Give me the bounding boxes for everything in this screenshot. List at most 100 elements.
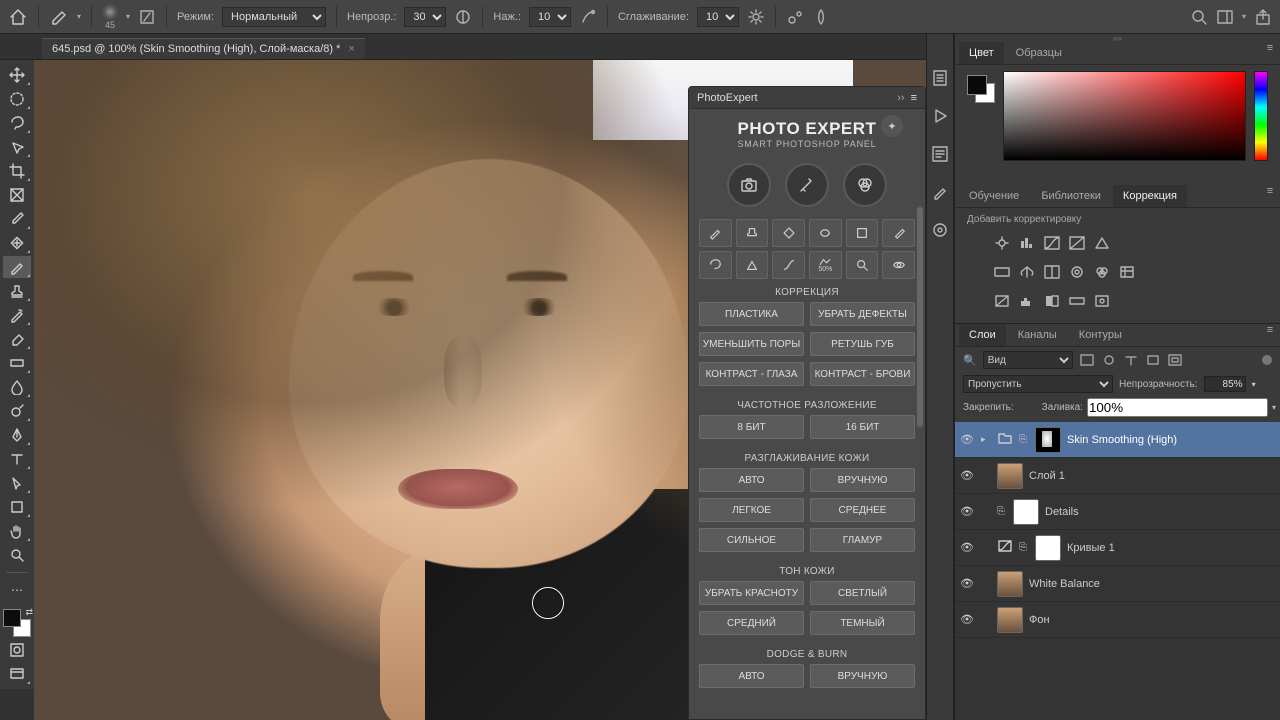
quick-select-tool[interactable] bbox=[3, 136, 31, 158]
adj-balance-icon[interactable] bbox=[1018, 264, 1036, 280]
panel-menu-icon[interactable]: ≡ bbox=[1260, 42, 1280, 64]
tab-adjust[interactable]: Коррекция bbox=[1113, 185, 1187, 207]
tool-curves[interactable] bbox=[772, 251, 805, 279]
layer-name[interactable]: Фон bbox=[1029, 614, 1050, 626]
layer-row[interactable]: 👁 Слой 1 bbox=[955, 458, 1280, 494]
blend-mode-select[interactable]: Пропустить bbox=[963, 375, 1113, 393]
filter-type-icon[interactable] bbox=[1123, 353, 1139, 367]
tool-brush[interactable] bbox=[699, 219, 732, 247]
edit-toolbar-icon[interactable]: ⋯ bbox=[3, 579, 31, 601]
pressure-opacity-icon[interactable] bbox=[454, 8, 472, 26]
btn-strong[interactable]: СИЛЬНОЕ bbox=[699, 528, 804, 552]
tab-layers[interactable]: Слои bbox=[959, 324, 1006, 346]
wand-button[interactable] bbox=[785, 163, 829, 207]
panel-menu-icon[interactable]: ≡ bbox=[1260, 185, 1280, 207]
layer-row[interactable]: 👁 ⎘ Details bbox=[955, 494, 1280, 530]
pen-tool[interactable] bbox=[3, 424, 31, 446]
tab-libraries[interactable]: Библиотеки bbox=[1031, 185, 1111, 207]
filter-toggle[interactable] bbox=[1262, 355, 1272, 365]
btn-16bit[interactable]: 16 БИТ bbox=[810, 415, 915, 439]
frame-tool[interactable] bbox=[3, 184, 31, 206]
layer-thumb[interactable] bbox=[1013, 499, 1039, 525]
layer-mask-thumb[interactable] bbox=[1035, 427, 1061, 453]
quickmask-icon[interactable] bbox=[3, 639, 31, 661]
brush-tool[interactable] bbox=[3, 256, 31, 278]
visibility-icon[interactable]: 👁 bbox=[959, 469, 975, 482]
history-brush-tool[interactable] bbox=[3, 304, 31, 326]
camera-button[interactable] bbox=[727, 163, 771, 207]
hue-strip[interactable] bbox=[1254, 71, 1268, 161]
color-swatch-pair[interactable] bbox=[967, 75, 995, 103]
blur-tool[interactable] bbox=[3, 376, 31, 398]
move-tool[interactable] bbox=[3, 64, 31, 86]
home-icon[interactable] bbox=[8, 7, 28, 27]
filter-pixel-icon[interactable] bbox=[1079, 353, 1095, 367]
visibility-icon[interactable]: 👁 bbox=[959, 505, 975, 518]
shape-tool[interactable] bbox=[3, 496, 31, 518]
adj-brightness-icon[interactable] bbox=[993, 235, 1011, 251]
dropdown-icon[interactable]: ▾ bbox=[126, 12, 130, 21]
tab-paths[interactable]: Контуры bbox=[1069, 324, 1132, 346]
btn-dnb-manual[interactable]: ВРУЧНУЮ bbox=[810, 664, 915, 688]
layer-name[interactable]: Skin Smoothing (High) bbox=[1067, 434, 1177, 446]
layer-row[interactable]: 👁 Фон bbox=[955, 602, 1280, 638]
visibility-icon[interactable]: 👁 bbox=[959, 541, 975, 554]
btn-auto[interactable]: АВТО bbox=[699, 468, 804, 492]
tab-color[interactable]: Цвет bbox=[959, 42, 1004, 64]
dropdown-icon[interactable]: ▾ bbox=[1242, 12, 1246, 21]
adj-vibrance-icon[interactable] bbox=[1093, 235, 1111, 251]
filter-adjust-icon[interactable] bbox=[1101, 353, 1117, 367]
btn-brows[interactable]: КОНТРАСТ - БРОВИ bbox=[810, 362, 915, 386]
hand-tool[interactable] bbox=[3, 520, 31, 542]
layer-row[interactable]: 👁 ▸ ⎘ Skin Smoothing (High) bbox=[955, 422, 1280, 458]
share-icon[interactable] bbox=[1254, 8, 1272, 26]
brush-settings-icon[interactable] bbox=[930, 182, 950, 202]
panel-scrollbar[interactable] bbox=[917, 207, 923, 715]
dropdown-icon[interactable]: ▾ bbox=[77, 12, 81, 21]
document-tab[interactable]: 645.psd @ 100% (Skin Smoothing (High), С… bbox=[42, 38, 365, 59]
symmetry-icon[interactable] bbox=[812, 8, 830, 26]
tool-heal[interactable] bbox=[772, 219, 805, 247]
search-icon[interactable] bbox=[1190, 8, 1208, 26]
stamp-tool[interactable] bbox=[3, 280, 31, 302]
tab-channels[interactable]: Каналы bbox=[1008, 324, 1067, 346]
panel-menu-icon[interactable]: ≡ bbox=[911, 92, 917, 104]
type-tool[interactable] bbox=[3, 448, 31, 470]
adj-lookup-icon[interactable] bbox=[1118, 264, 1136, 280]
visibility-icon[interactable]: 👁 bbox=[959, 577, 975, 590]
zoom-tool[interactable] bbox=[3, 544, 31, 566]
panel-menu-icon[interactable]: ≡ bbox=[1260, 324, 1280, 346]
layer-row[interactable]: 👁 White Balance bbox=[955, 566, 1280, 602]
tool-50pct[interactable]: 50% bbox=[809, 251, 842, 279]
btn-eyes[interactable]: КОНТРАСТ - ГЛАЗА bbox=[699, 362, 804, 386]
opacity-select[interactable]: 30% bbox=[404, 7, 446, 27]
btn-bright[interactable]: СВЕТЛЫЙ bbox=[810, 581, 915, 605]
tool-eye[interactable] bbox=[882, 251, 915, 279]
layer-name[interactable]: Кривые 1 bbox=[1067, 542, 1115, 554]
foreground-color[interactable] bbox=[3, 609, 21, 627]
adj-photo-filter-icon[interactable] bbox=[1068, 264, 1086, 280]
properties-panel-icon[interactable] bbox=[930, 144, 950, 164]
btn-light[interactable]: ЛЕГКОЕ bbox=[699, 498, 804, 522]
brush-panel-icon[interactable] bbox=[138, 8, 156, 26]
layer-name[interactable]: Слой 1 bbox=[1029, 470, 1065, 482]
btn-8bit[interactable]: 8 БИТ bbox=[699, 415, 804, 439]
tool-zoom[interactable] bbox=[846, 251, 879, 279]
btn-dark[interactable]: ТЕМНЫЙ bbox=[810, 611, 915, 635]
adj-mixer-icon[interactable] bbox=[1093, 264, 1111, 280]
adj-gradmap-icon[interactable] bbox=[1068, 293, 1086, 309]
btn-manual[interactable]: ВРУЧНУЮ bbox=[810, 468, 915, 492]
photoexpert-header[interactable]: PhotoExpert ›› ≡ bbox=[689, 87, 925, 109]
layer-thumb[interactable] bbox=[997, 463, 1023, 489]
smoothing-select[interactable]: 10% bbox=[697, 7, 739, 27]
crop-tool[interactable] bbox=[3, 160, 31, 182]
btn-dnb-auto[interactable]: АВТО bbox=[699, 664, 804, 688]
layer-mask-thumb[interactable] bbox=[1035, 535, 1061, 561]
collapse-icon[interactable]: ›› bbox=[897, 92, 904, 104]
layer-row[interactable]: 👁 ⎘ Кривые 1 bbox=[955, 530, 1280, 566]
adj-invert-icon[interactable] bbox=[993, 293, 1011, 309]
layer-thumb[interactable] bbox=[997, 571, 1023, 597]
tool-lasso2[interactable] bbox=[699, 251, 732, 279]
extra-panel-icon[interactable] bbox=[930, 220, 950, 240]
adj-exposure-icon[interactable] bbox=[1068, 235, 1086, 251]
